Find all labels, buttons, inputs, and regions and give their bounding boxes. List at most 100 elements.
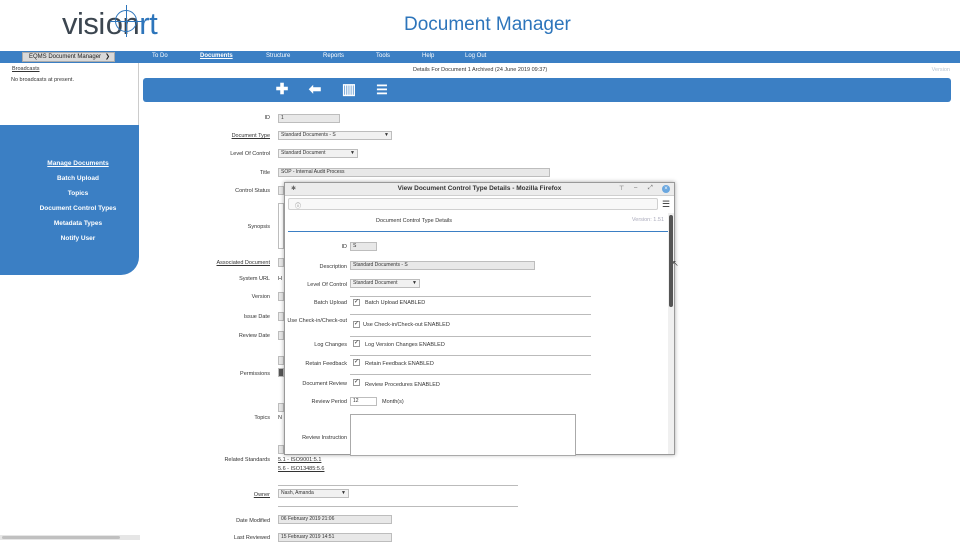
review-period-label: Review Period: [311, 399, 347, 405]
popup-row-label: Document Review: [302, 381, 347, 387]
pin-icon[interactable]: ⊤: [619, 185, 624, 192]
last-reviewed-field: 15 February 2019 14:51: [278, 533, 392, 542]
back-arrow-icon[interactable]: ⬅: [306, 81, 324, 99]
popup-titlebar[interactable]: ✱ View Document Control Type Details - M…: [285, 183, 674, 196]
divider: [350, 314, 591, 315]
divider: [350, 336, 591, 337]
checkbox-checked[interactable]: ✓: [353, 379, 360, 386]
list-history-icon[interactable]: ☰: [373, 81, 391, 99]
related-standard-link[interactable]: 5.1 - ISO9001:5.1: [278, 457, 321, 463]
app-header: visionrt Document Manager: [0, 0, 960, 51]
id-field: 1: [278, 114, 340, 123]
related-standards-label: Related Standards: [224, 457, 270, 463]
popup-row-text: Log Version Changes ENABLED: [365, 342, 445, 348]
nav-log-out[interactable]: Log Out: [465, 53, 486, 59]
control-status-label: Control Status: [235, 188, 270, 194]
popup-divider: [288, 231, 668, 232]
details-status-line: Details For Document 1 Archived (24 June…: [413, 67, 548, 73]
popup-scrollbar[interactable]: [668, 213, 674, 454]
chart-icon[interactable]: ▥: [340, 81, 358, 99]
broadcasts-panel: Broadcasts No broadcasts at present.: [0, 63, 139, 125]
mouse-cursor-icon: ↖: [672, 259, 679, 268]
popup-row-label: Use Check-in/Check-out: [287, 318, 347, 324]
maximize-icon[interactable]: ⤢: [648, 185, 653, 192]
system-url-label: System URL: [239, 276, 270, 282]
minimize-icon[interactable]: –: [634, 185, 637, 191]
topics-label: Topics: [254, 415, 270, 421]
level-of-control-select[interactable]: Standard Document ▼: [278, 149, 358, 158]
title-field[interactable]: SOP - Internal Audit Process: [278, 168, 550, 177]
checkbox-checked[interactable]: ✓: [353, 299, 360, 306]
popup-row-label: Log Changes: [314, 342, 347, 348]
popup-row-label: Batch Upload: [313, 300, 347, 306]
popup-level-select[interactable]: Standard Document ▼: [350, 279, 420, 288]
checkbox-checked[interactable]: ✓: [353, 321, 360, 328]
title-label: Title: [259, 170, 270, 176]
chevron-down-icon: ❯: [104, 54, 110, 60]
nav-reports[interactable]: Reports: [323, 53, 344, 59]
info-icon[interactable]: ⓘ: [295, 201, 301, 210]
popup-row-text: Review Procedures ENABLED: [365, 382, 440, 388]
popup-row-text: Retain Feedback ENABLED: [365, 361, 434, 367]
popup-id-field: S: [350, 242, 377, 251]
no-broadcasts-text: No broadcasts at present.: [11, 77, 74, 83]
version-label: Version: [931, 67, 950, 73]
checkbox-checked[interactable]: ✓: [353, 359, 360, 366]
sidebar-item-manage-documents[interactable]: Manage Documents: [0, 160, 156, 167]
sidebar-item-document-control-types[interactable]: Document Control Types: [0, 205, 156, 212]
issue-date-label: Issue Date: [243, 314, 270, 320]
horizontal-scrollbar[interactable]: [0, 535, 140, 540]
caret-down-icon: ▼: [350, 150, 355, 156]
document-type-select[interactable]: Standard Documents - S ▼: [278, 131, 392, 140]
associated-document-label[interactable]: Associated Document: [150, 260, 271, 266]
date-modified-field: 06 February 2019 21:06: [278, 515, 392, 524]
sidebar-menu: Manage Documents Batch Upload Topics Doc…: [0, 125, 139, 275]
caret-down-icon: ▼: [384, 132, 389, 138]
system-url-value: H: [278, 276, 282, 282]
review-period-field[interactable]: 12: [350, 397, 377, 406]
visionrt-logo: visionrt: [62, 6, 158, 41]
checkbox-checked[interactable]: ✓: [353, 340, 360, 347]
sidebar-item-batch-upload[interactable]: Batch Upload: [0, 175, 156, 182]
popup-address-bar[interactable]: ⓘ: [288, 198, 658, 210]
close-icon[interactable]: ×: [662, 185, 670, 193]
broadcasts-link[interactable]: Broadcasts: [12, 66, 40, 72]
popup-version: Version: 1.51: [631, 217, 664, 223]
version-field-label: Version: [251, 294, 270, 300]
sidebar-item-topics[interactable]: Topics: [0, 190, 156, 197]
divider: [278, 485, 518, 486]
divider: [350, 296, 591, 297]
popup-heading: Document Control Type Details: [376, 218, 453, 224]
related-standard-link[interactable]: 5.6 - ISO13485:5.6: [278, 466, 324, 472]
nav-to-do[interactable]: To Do: [152, 53, 168, 59]
popup-id-label: ID: [341, 244, 348, 250]
sidebar-item-metadata-types[interactable]: Metadata Types: [0, 220, 156, 227]
popup-row-label: Retain Feedback: [305, 361, 347, 367]
divider: [278, 506, 518, 507]
nav-tools[interactable]: Tools: [376, 53, 390, 59]
review-instruction-textarea[interactable]: [350, 414, 576, 456]
document-control-type-popup: ✱ View Document Control Type Details - M…: [284, 182, 675, 456]
nav-documents[interactable]: Documents: [200, 53, 233, 59]
popup-title: View Document Control Type Details - Moz…: [397, 185, 562, 192]
permissions-label: Permissions: [240, 371, 270, 377]
nav-structure[interactable]: Structure: [266, 53, 290, 59]
date-modified-label: Date Modified: [236, 518, 270, 524]
hamburger-menu-icon[interactable]: ☰: [662, 199, 670, 210]
sidebar-item-notify-user[interactable]: Notify User: [0, 235, 156, 242]
popup-description-field: Standard Documents - S: [350, 261, 535, 270]
id-label: ID: [264, 115, 271, 121]
owner-select[interactable]: Nash, Amanda ▼: [278, 489, 349, 498]
caret-down-icon: ▼: [341, 490, 346, 496]
scrollbar-thumb[interactable]: [2, 536, 120, 539]
module-selector[interactable]: EQMS Document Manager ❯: [22, 52, 115, 62]
add-icon[interactable]: ✚: [273, 81, 291, 99]
last-reviewed-label: Last Reviewed: [233, 535, 270, 541]
app-title: Document Manager: [404, 14, 571, 35]
main-navbar: EQMS Document Manager ❯ To Do Documents S…: [0, 51, 960, 63]
document-toolbar: ✚ ⬅ ▥ ☰: [143, 78, 951, 102]
nav-help[interactable]: Help: [422, 53, 434, 59]
caret-down-icon: ▼: [412, 280, 417, 286]
document-type-label[interactable]: Document Type: [150, 133, 270, 139]
owner-label[interactable]: Owner: [150, 492, 270, 498]
